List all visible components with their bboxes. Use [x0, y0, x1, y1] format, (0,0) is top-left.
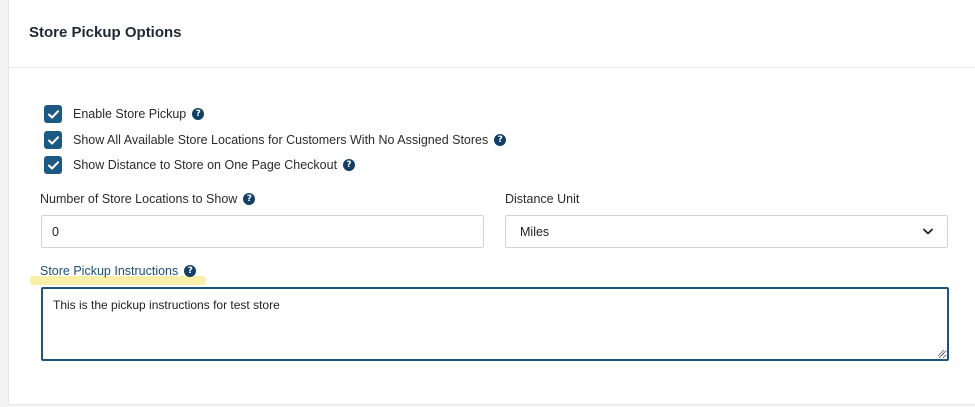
- show-distance-label[interactable]: Show Distance to Store on One Page Check…: [73, 158, 337, 172]
- enable-store-pickup-label[interactable]: Enable Store Pickup: [73, 107, 186, 121]
- enable-store-pickup-checkbox[interactable]: [44, 105, 62, 123]
- checkmark-icon: [47, 109, 59, 118]
- distance-unit-value: Miles: [520, 224, 550, 239]
- enable-store-pickup-row: Enable Store Pickup ?: [44, 105, 205, 123]
- question-circle-icon[interactable]: ?: [243, 193, 256, 205]
- distance-unit-label-row: Distance Unit: [505, 192, 579, 206]
- question-circle-icon[interactable]: ?: [192, 108, 205, 120]
- question-circle-icon[interactable]: ?: [494, 134, 507, 146]
- distance-unit-label: Distance Unit: [505, 192, 580, 206]
- store-locations-input[interactable]: [41, 215, 484, 248]
- instructions-text: This is the pickup instructions for test…: [53, 298, 280, 312]
- store-locations-label: Number of Store Locations to Show: [40, 192, 238, 206]
- checkmark-icon: [47, 160, 59, 169]
- show-all-locations-row: Show All Available Store Locations for C…: [44, 131, 507, 149]
- show-all-locations-checkbox[interactable]: [44, 131, 62, 149]
- instructions-label-row: Store Pickup Instructions ?: [40, 264, 197, 278]
- panel-title: Store Pickup Options: [29, 24, 182, 41]
- chevron-down-icon: [923, 228, 933, 235]
- instructions-label: Store Pickup Instructions: [40, 264, 179, 278]
- distance-unit-select[interactable]: Miles: [505, 215, 948, 248]
- store-pickup-panel: Store Pickup Options Enable Store Pickup…: [8, 0, 975, 405]
- show-all-locations-label[interactable]: Show All Available Store Locations for C…: [73, 133, 488, 147]
- panel-header: Store Pickup Options: [9, 0, 975, 68]
- instructions-textarea[interactable]: This is the pickup instructions for test…: [41, 287, 949, 361]
- question-circle-icon[interactable]: ?: [343, 159, 356, 171]
- show-distance-checkbox[interactable]: [44, 156, 62, 174]
- checkmark-icon: [47, 135, 59, 144]
- store-locations-label-row: Number of Store Locations to Show ?: [40, 192, 256, 206]
- show-distance-row: Show Distance to Store on One Page Check…: [44, 156, 356, 174]
- resize-handle-icon[interactable]: [937, 349, 945, 357]
- question-circle-icon[interactable]: ?: [184, 265, 197, 277]
